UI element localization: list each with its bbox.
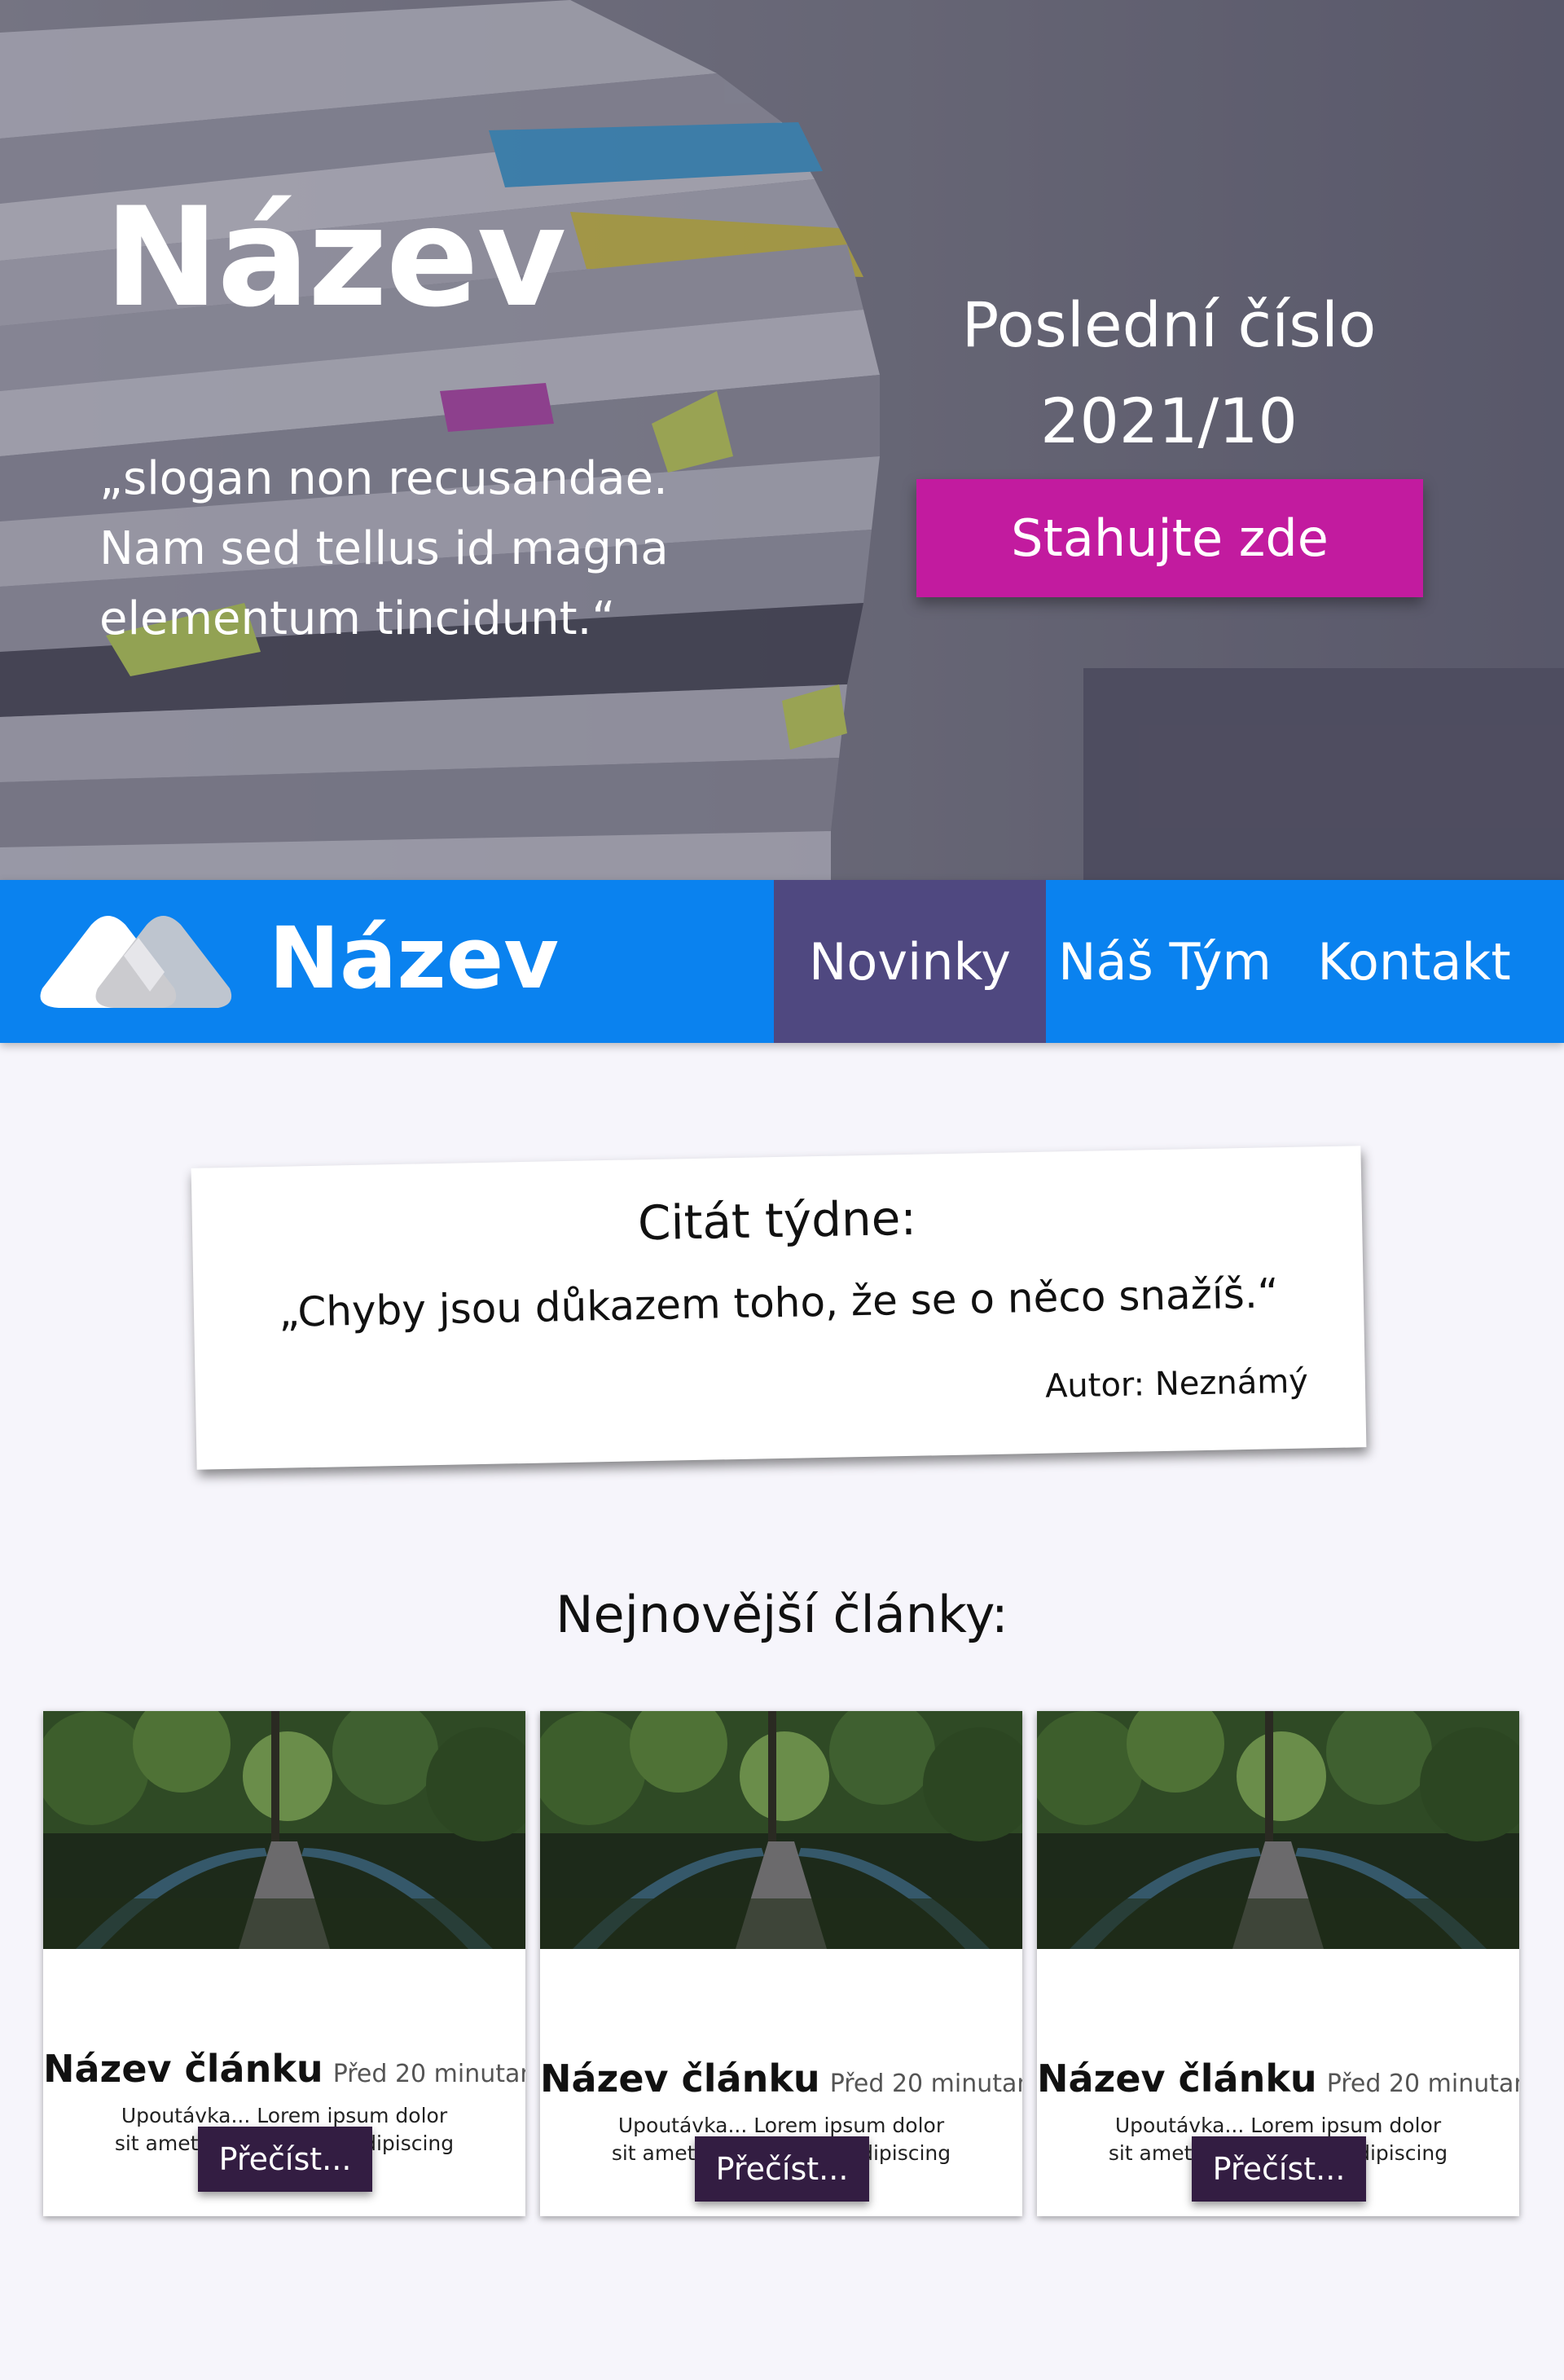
main-navbar: Název Novinky Náš Tým Kontakt	[0, 880, 1564, 1043]
articles-section-title: Nejnovější články:	[556, 1585, 1008, 1644]
quote-card: Citát týdne: „Chyby jsou důkazem toho, ž…	[191, 1146, 1367, 1470]
forest-bridge-image	[540, 1711, 1022, 1949]
issue-number: 2021/10	[1040, 385, 1298, 457]
hero-title: Název	[104, 178, 566, 337]
article-title[interactable]: Název článku	[540, 2057, 820, 2101]
forest-bridge-image	[1037, 1711, 1519, 1949]
hero-section: Název „slogan non recusandae. Nam sed te…	[0, 0, 1564, 880]
read-more-button[interactable]: Přečíst...	[198, 2127, 372, 2192]
article-card[interactable]: Název článkuPřed 20 minutami Upoutávka..…	[540, 1711, 1022, 2216]
nav-item-novinky[interactable]: Novinky	[774, 880, 1046, 1043]
latest-issue: Poslední číslo 2021/10	[916, 277, 1421, 469]
download-button[interactable]: Stahujte zde	[916, 479, 1423, 597]
article-card[interactable]: Název článkuPřed 20 minutami Upoutávka..…	[43, 1711, 525, 2216]
nav-item-nas-tym[interactable]: Náš Tým	[1046, 880, 1284, 1043]
read-more-button[interactable]: Přečíst...	[695, 2136, 869, 2202]
brand-name[interactable]: Název	[269, 908, 559, 1010]
quote-title: Citát týdne:	[637, 1190, 917, 1252]
article-time: Před 20 minutami	[829, 2070, 1022, 2098]
hero-slogan: „slogan non recusandae. Nam sed tellus i…	[99, 452, 669, 645]
forest-bridge-image	[43, 1711, 525, 1949]
article-time: Před 20 minutami	[332, 2060, 525, 2088]
article-title[interactable]: Název článku	[43, 2047, 323, 2091]
article-header: Název článku Před 20 minutami	[1037, 2057, 1519, 2101]
brand-logo-icon[interactable]	[34, 907, 238, 1016]
article-header: Název článku Před 20 minutami	[43, 2047, 525, 2091]
quote-text: „Chyby jsou důkazem toho, že se o něco s…	[278, 1269, 1280, 1336]
article-title[interactable]: Název článku	[1037, 2057, 1317, 2101]
quote-author: Autor: Neznámý	[1044, 1362, 1309, 1406]
article-header: Název článku Před 20 minutami	[540, 2057, 1022, 2101]
issue-label: Poslední číslo	[961, 288, 1377, 361]
nav-item-kontakt[interactable]: Kontakt	[1284, 880, 1544, 1043]
article-card[interactable]: Název článkuPřed 20 minutami Upoutávka..…	[1037, 1711, 1519, 2216]
article-time: Před 20 minutami	[1326, 2070, 1519, 2098]
read-more-button[interactable]: Přečíst...	[1192, 2136, 1366, 2202]
